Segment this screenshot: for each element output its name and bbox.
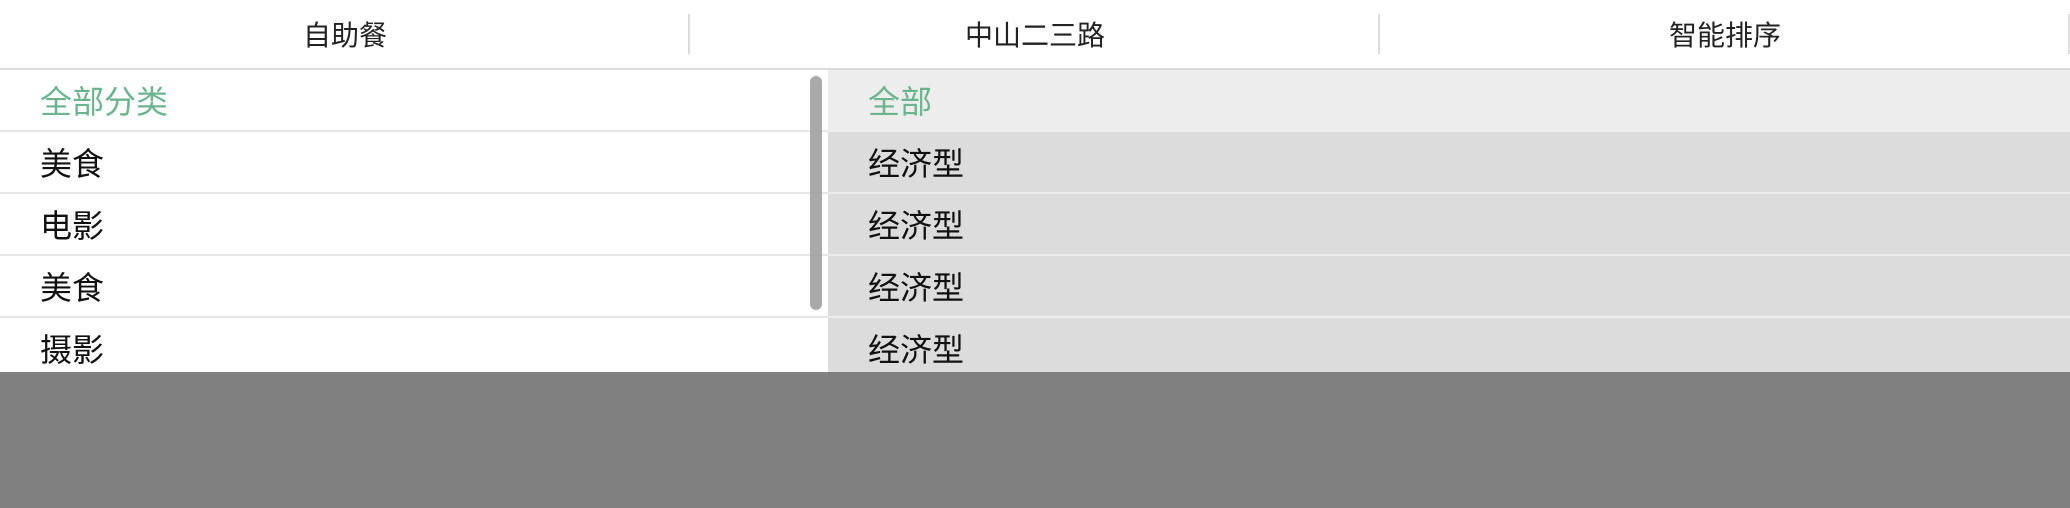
- category-item-label: 美食: [40, 269, 105, 307]
- filter-tab-sort[interactable]: 智能排序: [1380, 0, 2070, 68]
- filter-tab-area-label: 中山二三路: [964, 19, 1105, 52]
- filter-tab-sort-label: 智能排序: [1668, 19, 1781, 52]
- filter-bar: 自助餐 中山二三路 智能排序: [0, 0, 2070, 70]
- filter-tab-area[interactable]: 中山二三路: [690, 0, 1380, 68]
- subcategory-item-label: 全部: [868, 83, 933, 121]
- subcategory-item-label: 经济型: [868, 331, 965, 369]
- category-item-food[interactable]: 美食: [0, 132, 828, 194]
- category-item-label: 电影: [40, 207, 105, 245]
- category-list-scrollbar[interactable]: [810, 76, 822, 310]
- filter-tab-category-label: 自助餐: [302, 19, 387, 52]
- category-item-movie[interactable]: 电影: [0, 194, 828, 256]
- subcategory-item-economy[interactable]: 经济型: [828, 194, 2070, 256]
- subcategory-item-label: 经济型: [868, 145, 965, 183]
- subcategory-item-all[interactable]: 全部: [828, 70, 2070, 132]
- category-item-label: 美食: [40, 145, 105, 183]
- dropdown-panel: 全部分类 美食 电影 美食 摄影 全部 经济型 经济型 经济型 经济型: [0, 70, 2070, 372]
- filter-tab-category[interactable]: 自助餐: [0, 0, 690, 68]
- category-item-food-2[interactable]: 美食: [0, 256, 828, 318]
- subcategory-list: 全部 经济型 经济型 经济型 经济型: [828, 70, 2070, 372]
- subcategory-item-economy[interactable]: 经济型: [828, 318, 2070, 372]
- category-item-all[interactable]: 全部分类: [0, 70, 828, 132]
- subcategory-item-economy[interactable]: 经济型: [828, 256, 2070, 318]
- subcategory-item-label: 经济型: [868, 207, 965, 245]
- category-list: 全部分类 美食 电影 美食 摄影: [0, 70, 828, 372]
- category-item-photography[interactable]: 摄影: [0, 318, 828, 372]
- category-item-label: 摄影: [40, 331, 105, 369]
- subcategory-item-label: 经济型: [868, 269, 965, 307]
- dim-overlay[interactable]: [0, 372, 2070, 508]
- category-item-label: 全部分类: [40, 83, 169, 121]
- subcategory-item-economy[interactable]: 经济型: [828, 132, 2070, 194]
